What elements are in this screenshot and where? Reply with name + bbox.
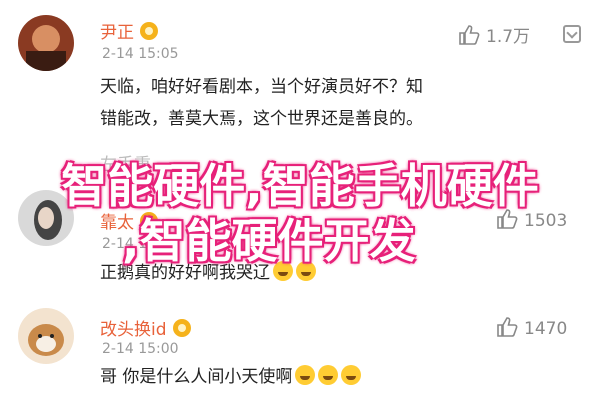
overlay-title-line-2: ,智能硬件开发 (122, 214, 416, 268)
like-button[interactable]: 1470 (496, 316, 567, 339)
username-text: 尹正 (100, 23, 134, 43)
crying-emoji-icon (295, 365, 316, 385)
thumbs-up-icon (497, 317, 518, 337)
comment-text: 天临，咱好好看剧本，当个好演员好不？知 错能改，善莫大焉，这个世界还是善良的。 (100, 72, 423, 134)
like-button[interactable]: 1.7万 (458, 22, 530, 47)
crying-emoji-icon (318, 365, 339, 385)
username[interactable]: 尹正 (100, 18, 158, 43)
like-count: 1470 (524, 319, 568, 339)
comment-line: 天临，咱好好看剧本，当个好演员好不？知 (100, 77, 423, 97)
avatar-image (18, 308, 74, 364)
comment-date: 2-14 15:05 (102, 46, 179, 62)
verified-badge-icon (140, 22, 158, 40)
avatar[interactable] (18, 15, 74, 71)
comment-line: 哥 你是什么人间小天使啊 (100, 367, 293, 387)
username-text: 改头换id (100, 320, 167, 340)
comment-text: 哥 你是什么人间小天使啊 (100, 362, 362, 392)
avatar-image (18, 15, 74, 71)
more-options-icon[interactable] (563, 25, 581, 43)
crying-emoji-icon (341, 365, 362, 385)
like-count: 1.7万 (486, 27, 531, 47)
comment-line: 错能改，善莫大焉，这个世界还是善良的。 (100, 109, 423, 129)
thumbs-up-icon (459, 25, 480, 45)
username[interactable]: 改头换id (100, 315, 191, 340)
avatar[interactable] (18, 308, 74, 364)
verified-badge-icon (172, 319, 191, 337)
comment-date: 2-14 15:00 (102, 341, 179, 357)
